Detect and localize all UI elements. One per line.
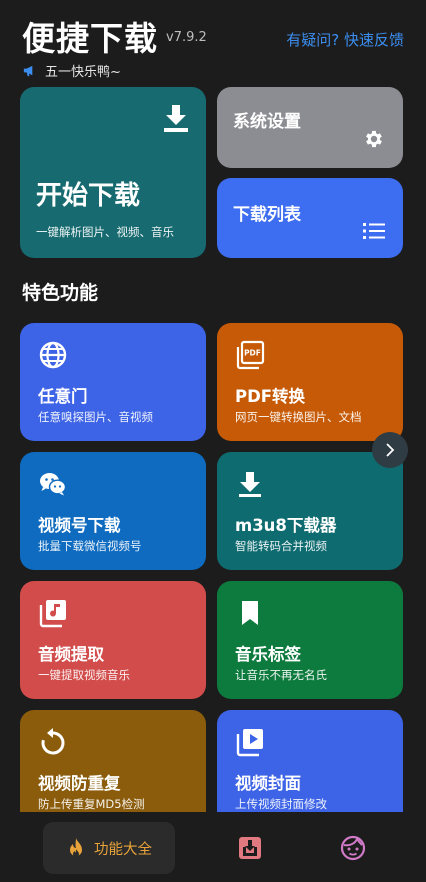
download-icon <box>239 472 261 497</box>
settings-card[interactable]: 系统设置 <box>217 87 403 168</box>
feature-card-audio-extract[interactable]: 音频提取 一键提取视频音乐 <box>20 581 206 699</box>
notice-text: 五一快乐鸭~ <box>45 65 121 80</box>
refresh-icon <box>41 728 65 755</box>
download-list-card[interactable]: 下载列表 <box>217 178 403 258</box>
pdf-icon: PDF <box>236 340 265 370</box>
music-library-icon <box>39 600 66 628</box>
feature-subtitle: 让音乐不再无名氏 <box>235 668 327 682</box>
flame-icon <box>70 838 82 857</box>
tab-features-label: 功能大全 <box>94 841 152 858</box>
feature-card-m3u8[interactable]: m3u8下载器 智能转码合并视频 <box>217 452 403 570</box>
feature-subtitle: 网页一键转换图片、文档 <box>235 410 362 424</box>
settings-title: 系统设置 <box>233 112 301 132</box>
feature-title: 视频号下载 <box>38 516 121 535</box>
chevron-right-icon <box>386 443 395 457</box>
feature-card-channels[interactable]: 视频号下载 批量下载微信视频号 <box>20 452 206 570</box>
feature-title: 视频防重复 <box>38 774 121 793</box>
feature-title: 音频提取 <box>38 645 104 664</box>
start-download-title: 开始下载 <box>36 181 141 211</box>
start-download-subtitle: 一键解析图片、视频、音乐 <box>36 225 174 239</box>
section-title: 特色功能 <box>22 282 99 304</box>
app-version: v7.9.2 <box>166 30 207 45</box>
bottom-nav: 功能大全 <box>0 812 426 882</box>
next-page-button[interactable] <box>372 432 408 468</box>
feature-subtitle: 防上传重复MD5检测 <box>38 797 145 811</box>
feature-subtitle: 上传视频封面修改 <box>235 797 327 811</box>
feature-card-pdf[interactable]: PDF PDF转换 网页一键转换图片、文档 <box>217 323 403 441</box>
download-box-icon <box>239 837 261 859</box>
list-icon <box>363 223 385 239</box>
megaphone-icon <box>23 65 33 77</box>
feature-title: 视频封面 <box>235 774 301 793</box>
feedback-link[interactable]: 有疑问? 快速反馈 <box>286 29 404 50</box>
tab-features[interactable]: 功能大全 <box>43 822 175 874</box>
tab-profile[interactable] <box>340 835 366 861</box>
feature-subtitle: 一键提取视频音乐 <box>38 668 130 682</box>
tab-downloads[interactable] <box>237 835 263 861</box>
wechat-icon <box>40 473 67 496</box>
start-download-card[interactable]: 开始下载 一键解析图片、视频、音乐 <box>20 87 206 258</box>
feature-title: m3u8下载器 <box>235 516 337 535</box>
feature-subtitle: 批量下载微信视频号 <box>38 539 142 553</box>
feature-title: 任意门 <box>38 387 88 406</box>
face-icon <box>340 835 366 861</box>
svg-text:PDF: PDF <box>244 349 261 358</box>
feature-subtitle: 智能转码合并视频 <box>235 539 327 553</box>
download-list-title: 下载列表 <box>233 205 301 225</box>
download-icon <box>164 105 188 132</box>
feature-subtitle: 任意嗅探图片、音视频 <box>38 410 153 424</box>
feature-card-music-tag[interactable]: 音乐标签 让音乐不再无名氏 <box>217 581 403 699</box>
globe-icon <box>39 341 67 369</box>
feature-card-video-cover[interactable]: 视频封面 上传视频封面修改 <box>217 710 403 828</box>
feature-card-anydoor[interactable]: 任意门 任意嗅探图片、音视频 <box>20 323 206 441</box>
bookmark-icon <box>242 601 258 625</box>
feature-card-video-dedup[interactable]: 视频防重复 防上传重复MD5检测 <box>20 710 206 828</box>
video-library-icon <box>236 729 263 757</box>
gear-icon <box>366 130 382 148</box>
app-title: 便捷下载 <box>22 19 158 58</box>
feature-title: PDF转换 <box>235 387 306 406</box>
notice-bar: 五一快乐鸭~ <box>22 61 121 80</box>
feature-title: 音乐标签 <box>235 645 301 664</box>
